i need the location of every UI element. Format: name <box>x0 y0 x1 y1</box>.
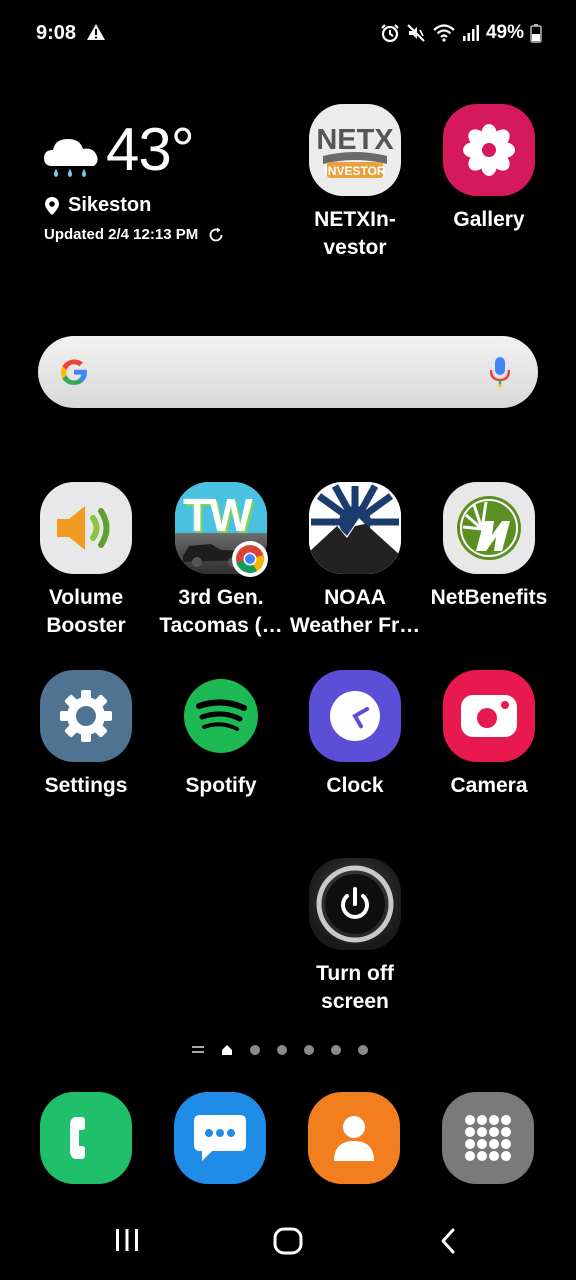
tw-icon: TW <box>175 482 268 577</box>
app-label: NetBenefits <box>430 586 548 609</box>
page-dot[interactable] <box>331 1045 341 1055</box>
rain-cloud-icon <box>44 139 98 178</box>
app-clock[interactable]: Clock <box>288 670 422 800</box>
weather-updated-label: Updated 2/4 12:13 PM <box>44 226 199 243</box>
svg-text:INVESTOR: INVESTOR <box>324 164 385 178</box>
app-label: Spotify <box>185 774 257 797</box>
messages-icon[interactable] <box>174 1092 266 1184</box>
weather-updated: Updated 2/4 12:13 PM <box>44 226 224 243</box>
battery-icon <box>530 24 542 43</box>
app-label: 3rd Gen. Tacomas (… <box>159 586 283 637</box>
contacts-icon[interactable] <box>308 1092 400 1184</box>
google-search-bar[interactable] <box>38 336 538 408</box>
back-icon[interactable] <box>438 1227 458 1255</box>
alarm-icon <box>381 24 399 43</box>
app-label: NOAA Weather Fr… <box>289 586 421 637</box>
app-camera[interactable]: Camera <box>422 670 556 800</box>
app-netx-investor[interactable]: NETX INVESTOR NETXIn- vestor <box>288 104 422 262</box>
mute-icon <box>407 24 425 42</box>
app-spotify[interactable]: Spotify <box>154 670 288 800</box>
gear-icon <box>40 670 132 762</box>
weather-location: Sikeston <box>44 194 151 217</box>
status-bar: 9:08 49% <box>0 0 576 68</box>
home-icon[interactable] <box>273 1227 303 1255</box>
app-turn-off-screen[interactable]: Turn off screen <box>288 858 422 1016</box>
tw-logo-text: TW <box>183 489 253 541</box>
app-label: Gallery <box>453 208 525 231</box>
app-label: NETXIn- vestor <box>314 208 396 259</box>
app-noaa-weather[interactable]: NOAA Weather Fr… <box>288 482 422 640</box>
app-volume-booster[interactable]: Volume Booster <box>19 482 153 640</box>
page-indicator[interactable] <box>192 1044 368 1056</box>
app-label: Volume Booster <box>46 586 126 637</box>
status-time: 9:08 <box>36 22 77 44</box>
speaker-icon <box>40 482 132 574</box>
netbenefits-icon <box>443 482 535 574</box>
weather-widget[interactable]: 43° Sikeston Updated 2/4 12:13 PM <box>40 118 290 258</box>
page-dot[interactable] <box>304 1045 314 1055</box>
status-icons: 49% <box>380 22 542 44</box>
noaa-mountain-icon <box>309 482 401 574</box>
navigation-bar <box>0 1205 576 1280</box>
gallery-flower-icon <box>443 104 535 196</box>
battery-percentage: 49% <box>485 22 524 43</box>
signal-icon <box>462 25 479 41</box>
app-label: Clock <box>326 774 384 797</box>
page-dot[interactable] <box>250 1045 260 1055</box>
app-settings[interactable]: Settings <box>19 670 153 800</box>
microphone-icon[interactable] <box>490 356 510 388</box>
home-page-icon[interactable] <box>221 1044 233 1056</box>
chrome-badge-icon <box>232 541 268 577</box>
location-pin-icon <box>45 196 59 215</box>
camera-icon <box>443 670 535 762</box>
svg-text:NETX: NETX <box>316 124 394 156</box>
app-label: Turn off screen <box>316 962 394 1013</box>
netx-investor-icon: NETX INVESTOR <box>309 104 401 196</box>
phone-icon[interactable] <box>40 1092 132 1184</box>
page-dot[interactable] <box>358 1045 368 1055</box>
app-gallery[interactable]: Gallery <box>422 104 556 234</box>
wifi-icon <box>433 24 455 42</box>
refresh-icon[interactable] <box>208 227 224 243</box>
warning-icon <box>87 24 105 40</box>
recents-icon[interactable] <box>114 1227 140 1253</box>
clock-icon <box>309 670 401 762</box>
weather-temperature: 43° <box>106 116 195 183</box>
app-label: Camera <box>450 774 528 797</box>
apps-grid-icon[interactable] <box>442 1092 534 1184</box>
app-label: Settings <box>44 774 128 797</box>
power-icon <box>309 858 401 950</box>
app-netbenefits[interactable]: NetBenefits <box>422 482 556 612</box>
google-g-icon <box>61 359 87 385</box>
spotify-icon <box>175 670 267 762</box>
menu-page-icon[interactable] <box>192 1045 204 1055</box>
weather-location-label: Sikeston <box>68 194 152 216</box>
app-3rd-gen-tacomas[interactable]: TW 3rd Gen. Tacomas (… <box>154 482 288 640</box>
page-dot[interactable] <box>277 1045 287 1055</box>
